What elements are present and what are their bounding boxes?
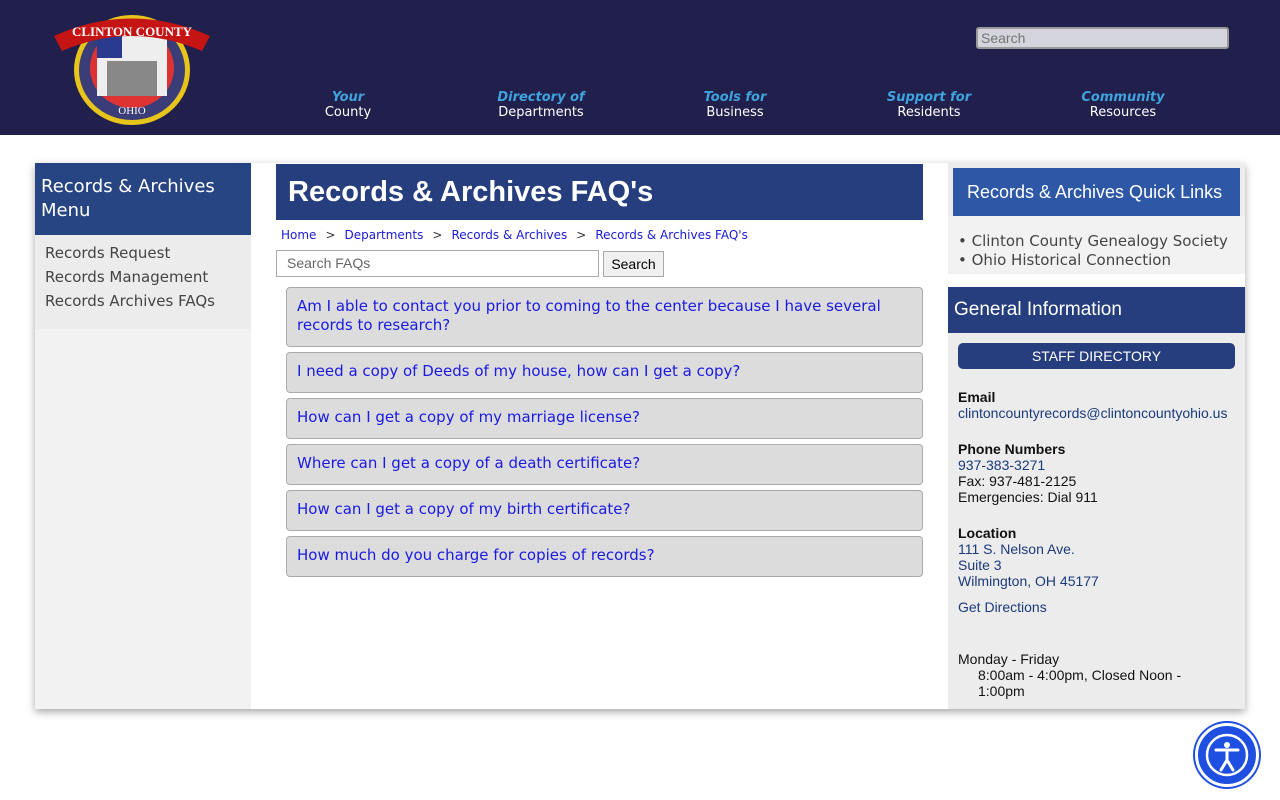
menu-item-records-request[interactable]: Records Request [45, 245, 241, 261]
svg-text:CLINTON COUNTY: CLINTON COUNTY [72, 24, 193, 39]
staff-directory-button[interactable]: STAFF DIRECTORY [958, 343, 1235, 369]
nav-label-top: Tools for [703, 90, 767, 105]
left-menu: Records Request Records Management Recor… [35, 235, 251, 329]
accessibility-button[interactable] [1195, 723, 1259, 787]
nav-directory-of-departments[interactable]: Directory of Departments [461, 90, 621, 120]
faq-item[interactable]: How can I get a copy of my marriage lice… [286, 398, 923, 439]
address-line-1[interactable]: 111 S. Nelson Ave. [958, 541, 1099, 557]
faq-item[interactable]: Where can I get a copy of a death certif… [286, 444, 923, 485]
accessibility-icon [1205, 733, 1249, 777]
breadcrumb-departments[interactable]: Departments [345, 228, 424, 242]
svg-text:OHIO: OHIO [118, 105, 146, 117]
faq-item[interactable]: How can I get a copy of my birth certifi… [286, 490, 923, 531]
nav-label-bottom: Resources [1089, 105, 1157, 120]
quick-links-list: • Clinton County Genealogy Society • Ohi… [948, 216, 1245, 274]
faq-item[interactable]: Am I able to contact you prior to coming… [286, 287, 923, 347]
breadcrumb-current[interactable]: Records & Archives FAQ's [595, 228, 747, 242]
location-section: Location 111 S. Nelson Ave. Suite 3 Wilm… [958, 525, 1099, 615]
faq-search-input[interactable]: Search FAQs [276, 250, 599, 277]
email-section: Email clintoncountyrecords@clintoncounty… [958, 389, 1227, 421]
nav-support-for-residents[interactable]: Support for Residents [849, 90, 1009, 120]
menu-item-records-archives-faqs[interactable]: Records Archives FAQs [45, 293, 241, 309]
phone-label: Phone Numbers [958, 441, 1066, 457]
email-link[interactable]: clintoncountyrecords@clintoncountyohio.u… [958, 405, 1227, 421]
left-menu-title: Records & Archives Menu [35, 163, 251, 235]
nav-label-top: Directory of [497, 90, 585, 105]
fax-number: Fax: 937-481-2125 [958, 473, 1077, 489]
quick-links-title: Records & Archives Quick Links [953, 168, 1240, 216]
nav-community-resources[interactable]: Community Resources [1043, 90, 1203, 120]
address-line-3[interactable]: Wilmington, OH 45177 [958, 573, 1099, 589]
nav-label-bottom: County [324, 105, 372, 120]
breadcrumb-separator: > [325, 228, 336, 242]
breadcrumb-home[interactable]: Home [281, 228, 316, 242]
quick-link-label: Clinton County Genealogy Society [971, 232, 1228, 250]
emergency-number: Emergencies: Dial 911 [958, 489, 1098, 505]
general-info-title: General Information [948, 287, 1245, 333]
hours-section: Monday - Friday 8:00am - 4:00pm, Closed … [958, 651, 1198, 699]
county-seal-logo[interactable]: CLINTON COUNTY OHIO [52, 6, 212, 126]
divider [948, 274, 1245, 287]
breadcrumb-records-archives[interactable]: Records & Archives [451, 228, 567, 242]
menu-item-records-management[interactable]: Records Management [45, 269, 241, 285]
nav-tools-for-business[interactable]: Tools for Business [655, 90, 815, 120]
faq-search-button[interactable]: Search [603, 251, 664, 277]
location-label: Location [958, 525, 1017, 541]
faq-item[interactable]: How much do you charge for copies of rec… [286, 536, 923, 577]
quick-link-ohio-historical[interactable]: • Ohio Historical Connection [958, 251, 1245, 270]
nav-label-top: Community [1081, 90, 1165, 105]
left-sidebar: Records & Archives Menu Records Request … [35, 163, 251, 709]
nav-label-bottom: Residents [897, 105, 961, 120]
nav-label-top: Your [331, 90, 365, 105]
nav-label-top: Support for [886, 90, 972, 105]
hours-times: 8:00am - 4:00pm, Closed Noon - 1:00pm [978, 667, 1182, 699]
address-line-2[interactable]: Suite 3 [958, 557, 1099, 573]
get-directions-link[interactable]: Get Directions [958, 599, 1099, 615]
nav-your-county[interactable]: Your County [268, 90, 428, 120]
email-label: Email [958, 389, 996, 405]
quick-link-label: Ohio Historical Connection [971, 251, 1171, 269]
quick-link-genealogy-society[interactable]: • Clinton County Genealogy Society [958, 232, 1245, 251]
nav-label-bottom: Departments [498, 105, 584, 120]
phone-section: Phone Numbers 937-383-3271 Fax: 937-481-… [958, 441, 1098, 505]
breadcrumb-separator: > [432, 228, 443, 242]
site-header: CLINTON COUNTY OHIO YourCounty Directory… [0, 0, 1280, 135]
breadcrumb-separator: > [576, 228, 587, 242]
breadcrumb: Home > Departments > Records & Archives > Reco… [281, 228, 748, 242]
nav-label-bottom: Business [706, 105, 764, 120]
phone-link[interactable]: 937-383-3271 [958, 457, 1098, 473]
faq-item[interactable]: I need a copy of Deeds of my house, how … [286, 352, 923, 393]
site-search-input[interactable] [976, 27, 1229, 49]
hours-days: Monday - Friday [958, 651, 1060, 667]
page-title: Records & Archives FAQ's [276, 164, 923, 220]
